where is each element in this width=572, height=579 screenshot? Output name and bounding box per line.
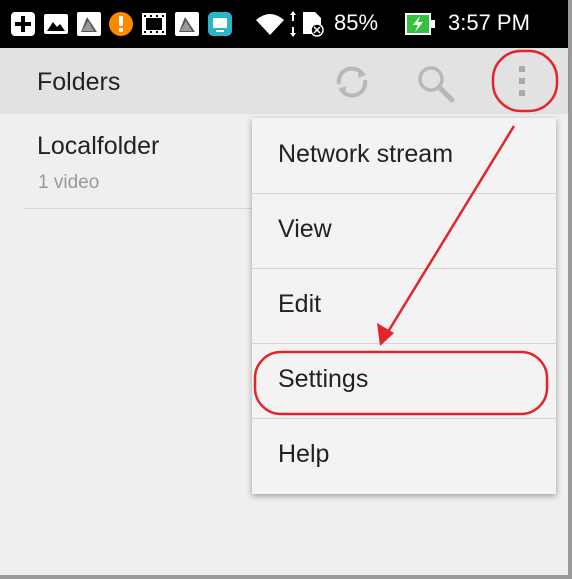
flag-icon bbox=[175, 12, 199, 36]
menu-item-network-stream[interactable]: Network stream bbox=[252, 118, 556, 194]
menu-item-edit[interactable]: Edit bbox=[252, 268, 556, 344]
more-vert-icon bbox=[519, 66, 525, 96]
menu-item-help[interactable]: Help bbox=[252, 418, 556, 493]
data-arrows-icon bbox=[290, 11, 296, 37]
battery-icon bbox=[405, 13, 435, 35]
app-bar: Folders bbox=[0, 48, 568, 114]
overflow-menu-button[interactable] bbox=[500, 60, 544, 104]
clock: 3:57 PM bbox=[448, 10, 530, 35]
search-icon[interactable] bbox=[414, 62, 458, 106]
menu-item-label: Settings bbox=[278, 365, 369, 393]
movie-icon bbox=[142, 13, 166, 35]
alert-icon bbox=[109, 12, 133, 36]
overflow-menu: Network stream View Edit Settings Help bbox=[252, 118, 556, 494]
page-title: Folders bbox=[37, 68, 121, 96]
add-icon bbox=[11, 12, 35, 36]
status-bar: 85% 3:57 PM bbox=[0, 0, 568, 48]
menu-item-label: Help bbox=[278, 440, 330, 468]
menu-item-settings[interactable]: Settings bbox=[252, 343, 556, 419]
battery-percent: 85% bbox=[334, 10, 379, 35]
menu-item-label: Network stream bbox=[278, 140, 454, 168]
folder-item[interactable]: Localfolder 1 video bbox=[24, 128, 264, 209]
sd-card-icon bbox=[303, 12, 324, 37]
menu-item-label: View bbox=[278, 215, 332, 243]
image-icon bbox=[44, 14, 68, 34]
menu-item-label: Edit bbox=[278, 290, 322, 318]
folder-name: Localfolder bbox=[37, 132, 160, 160]
flag-icon bbox=[77, 12, 101, 36]
folder-count: 1 video bbox=[38, 172, 100, 193]
refresh-icon[interactable] bbox=[330, 60, 374, 104]
menu-item-view[interactable]: View bbox=[252, 193, 556, 269]
app-icon bbox=[208, 12, 232, 36]
wifi-icon bbox=[256, 14, 284, 35]
